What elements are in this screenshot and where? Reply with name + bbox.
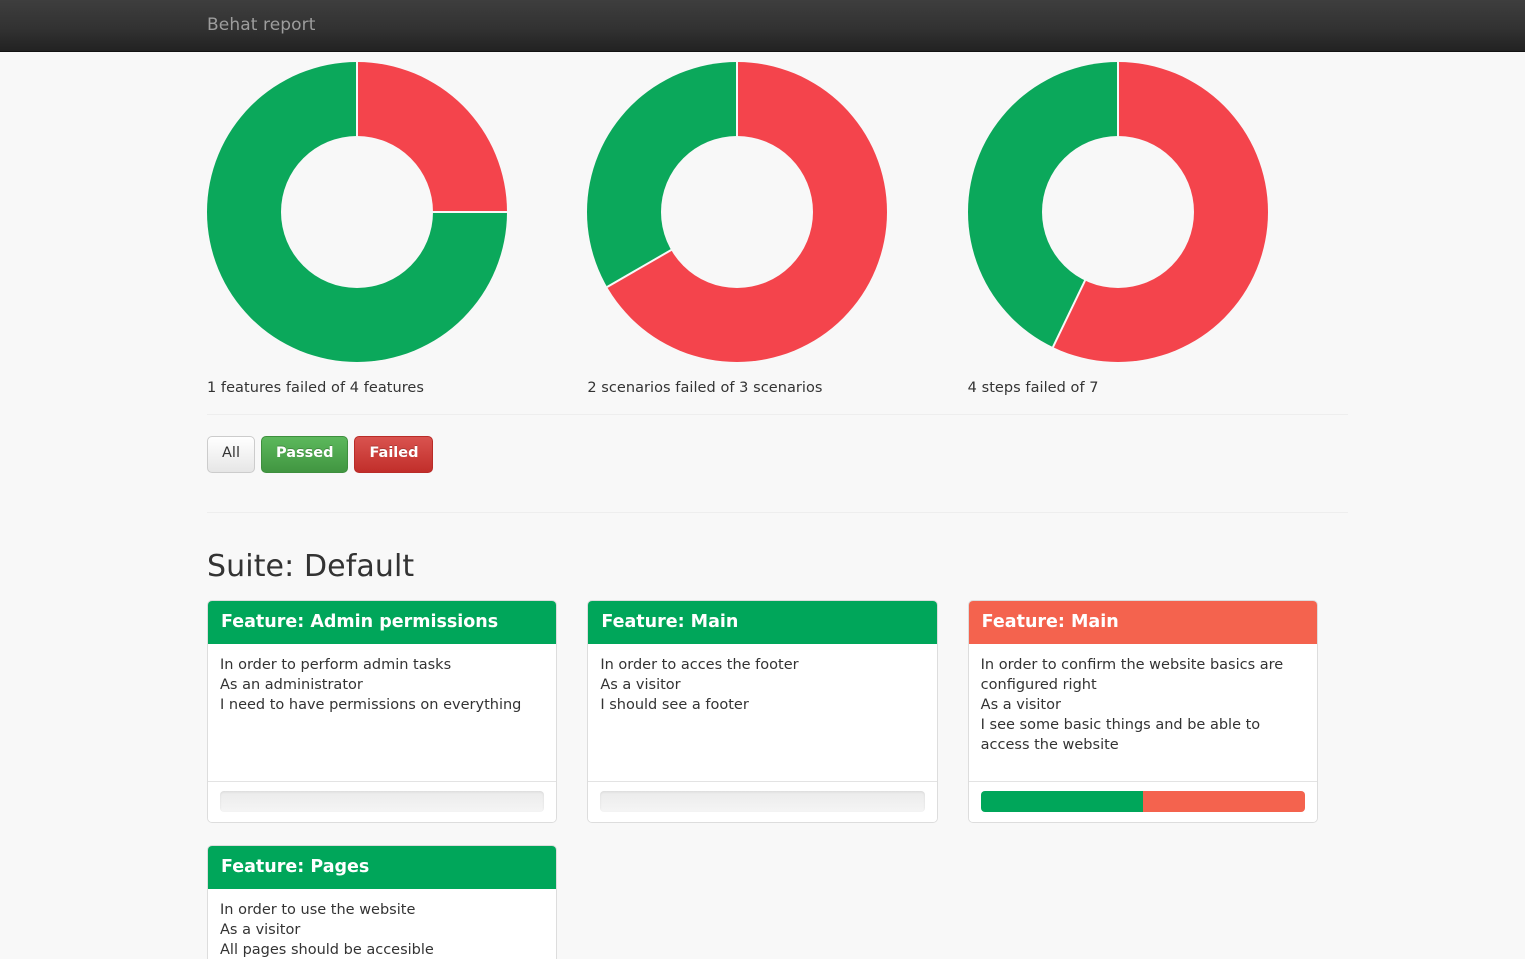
feature-card-footer xyxy=(208,781,556,822)
chart-cell-scenarios: 2 scenarios failed of 3 scenarios xyxy=(587,62,967,396)
feature-card-column: Feature: Main In order to confirm the web… xyxy=(953,600,1333,823)
summary-charts: 1 features failed of 4 features2 scenari… xyxy=(207,52,1348,396)
feature-card[interactable]: Feature: Admin permissionsIn order to pe… xyxy=(207,600,557,823)
feature-card-column: Feature: MainIn order to acces the foote… xyxy=(572,600,952,823)
suite-title: Suite: Default xyxy=(207,549,1348,584)
chart-label: 2 scenarios failed of 3 scenarios xyxy=(587,380,967,396)
feature-card-body: In order to use the websiteAs a visitorA… xyxy=(208,889,556,959)
filter-button-group: AllPassedFailed xyxy=(207,415,1348,494)
donut-separator xyxy=(356,62,358,138)
feature-progress-bar xyxy=(600,791,924,812)
feature-card-body: In order to confirm the website basics a… xyxy=(969,644,1317,781)
chart-label: 1 features failed of 4 features xyxy=(207,380,587,396)
feature-card-body: In order to acces the footerAs a visitor… xyxy=(588,644,936,781)
feature-card-column: Feature: Admin permissionsIn order to pe… xyxy=(192,600,572,823)
feature-card-header: Feature: Main xyxy=(969,601,1317,644)
app-title[interactable]: Behat report xyxy=(207,17,316,34)
feature-card-footer xyxy=(969,781,1317,822)
donut-separator xyxy=(431,211,507,213)
progress-segment-passed xyxy=(981,791,1143,812)
feature-description-line: As a visitor xyxy=(981,695,1305,715)
filter-button-passed[interactable]: Passed xyxy=(261,436,349,473)
feature-description-line: I see some basic things and be able to a… xyxy=(981,715,1305,755)
feature-description-line: In order to perform admin tasks xyxy=(220,655,544,675)
feature-card-body: In order to perform admin tasksAs an adm… xyxy=(208,644,556,781)
feature-description-line: As a visitor xyxy=(600,675,924,695)
feature-description-line: I need to have permissions on everything xyxy=(220,695,544,715)
feature-card-header: Feature: Admin permissions xyxy=(208,601,556,644)
page-container: 1 features failed of 4 features2 scenari… xyxy=(207,52,1348,959)
progress-segment-failed xyxy=(1143,791,1305,812)
divider-bottom xyxy=(207,512,1348,513)
feature-card[interactable]: Feature: Main In order to confirm the web… xyxy=(968,600,1318,823)
feature-progress-bar xyxy=(981,791,1305,812)
feature-progress-bar xyxy=(220,791,544,812)
feature-description-line: In order to acces the footer xyxy=(600,655,924,675)
feature-description-line: I should see a footer xyxy=(600,695,924,715)
donut-separator xyxy=(736,62,738,138)
feature-description-line: All pages should be accesible xyxy=(220,940,544,959)
chart-cell-features: 1 features failed of 4 features xyxy=(207,62,587,396)
donut-chart-steps xyxy=(968,62,1268,362)
feature-card-column: Feature: PagesIn order to use the websit… xyxy=(192,845,572,959)
feature-card[interactable]: Feature: MainIn order to acces the foote… xyxy=(587,600,937,823)
feature-card-footer xyxy=(588,781,936,822)
feature-description-line: As an administrator xyxy=(220,675,544,695)
filter-button-all[interactable]: All xyxy=(207,436,255,473)
feature-description-line: In order to confirm the website basics a… xyxy=(981,655,1305,695)
chart-label: 4 steps failed of 7 xyxy=(968,380,1348,396)
feature-card[interactable]: Feature: PagesIn order to use the websit… xyxy=(207,845,557,959)
feature-card-header: Feature: Pages xyxy=(208,846,556,889)
donut-separator xyxy=(1117,62,1119,138)
chart-cell-steps: 4 steps failed of 7 xyxy=(968,62,1348,396)
filter-button-failed[interactable]: Failed xyxy=(354,436,433,473)
feature-description-line: As a visitor xyxy=(220,920,544,940)
donut-chart-scenarios xyxy=(587,62,887,362)
top-navbar: Behat report xyxy=(0,0,1525,52)
feature-cards-grid: Feature: Admin permissionsIn order to pe… xyxy=(192,600,1363,959)
feature-card-header: Feature: Main xyxy=(588,601,936,644)
feature-description-line: In order to use the website xyxy=(220,900,544,920)
donut-chart-features xyxy=(207,62,507,362)
